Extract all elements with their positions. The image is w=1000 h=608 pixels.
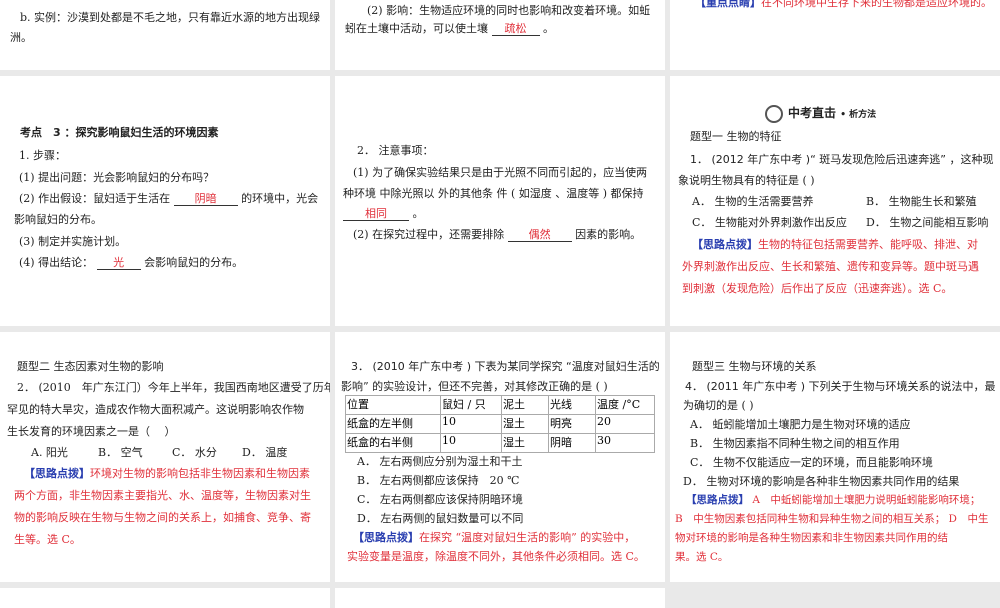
section-title: 考点 3 ：探究影响鼠妇生活的环境因素 [20,126,219,139]
helm-icon [765,104,783,123]
table-cell: 30 [595,433,655,453]
text-line: 影响鼠妇的分布。 [14,213,102,226]
slide-thumbnail-8[interactable]: 3． (2010 年广东中考 ) 下表为某同学探究 “温度对鼠妇生活的 影响” … [335,332,665,582]
table-cell: 湿土 [501,414,549,434]
question: 4． (2011 年广东中考 ) 下列关于生物与环境关系的说法中，最 [685,380,996,393]
text-line: (1) 提出问题：光会影响鼠妇的分布吗？ [19,171,215,184]
question-type: 题型一 生物的特征 [690,130,782,143]
text-line: (1) 为了确保实验结果只是由于光照不同而引起的，应当使两 [353,166,648,179]
table-cell: 10 [440,414,502,434]
table-cell: 泥土 [501,395,549,415]
text-line: 2． 注意事项： [357,144,434,157]
slide-thumbnail-9[interactable]: 题型三 生物与环境的关系 4． (2011 年广东中考 ) 下列关于生物与环境关… [670,332,1000,582]
text-line: 相同 。 [343,205,424,221]
explanation: 果。选 C。 [675,551,729,563]
option-d: D． 左右两侧的鼠妇数量可以不同 [357,512,524,525]
option-a: A． 左右两侧应分别为湿土和干土 [357,455,523,468]
option-b: B． 左右两侧都应该保持 20 ℃ [357,474,520,487]
slide-thumbnail-4[interactable]: 考点 3 ：探究影响鼠妇生活的环境因素 1. 步骤： (1) 提出问题：光会影响… [0,76,330,326]
question-type: 题型三 生物与环境的关系 [692,360,817,373]
table-cell: 温度 /°C [595,395,655,415]
key-point: 【重点点睛】在不同环境中生存下来的生物都是适应环境的。 [695,0,992,9]
explanation: 实验变量是温度，除温度不同外，其他条件必须相同。选 C。 [347,550,645,563]
experiment-table: 位置 鼠妇 / 只泥土 光线 温度 /°C 纸盒的左半侧 10 湿土 明亮 20 纸盒的右半侧… [345,395,655,453]
slide-thumbnail-7[interactable]: 题型二 生态因素对生物的影响 2． (2010 年广东江门）今年上半年，我国西南… [0,332,330,582]
question: 生长发育的环境因素之一是（ ） [7,425,176,438]
option-c: C． 水分 [172,446,217,459]
table-row: 纸盒的右半侧 10 湿土 阴暗 30 [345,433,655,453]
table-cell: 纸盒的左半侧 [345,414,441,434]
question: 象说明生物具有的特征是 ( ) [678,174,815,187]
slide-thumbnail-2[interactable]: (2) 影响：生物适应环境的同时也影响和改变着环境。如蚯 蚓在土壤中活动，可以使… [335,0,665,70]
text-line: (2) 作出假设：鼠妇适于生活在 阴暗 的环境中，光会 [19,192,319,206]
table-cell: 光线 [548,395,596,415]
explanation: 【思路点拨】 A 中蚯蚓能增加土壤肥力说明蚯蚓能影响环境； [686,494,981,506]
question: 3． (2010 年广东中考 ) 下表为某同学探究 “温度对鼠妇生活的 [351,360,660,373]
explanation: 物的影响反映在生物与生物之间的关系上，如捕食、竞争、寄 [14,511,311,524]
text-line: 洲。 [10,31,32,44]
table-cell: 明亮 [548,414,596,434]
option-d: D． 温度 [242,446,288,459]
option-a: A. 阳光 [31,446,68,459]
slide-thumbnail-5[interactable]: 2． 注意事项： (1) 为了确保实验结果只是由于光照不同而引起的，应当使两 种… [335,76,665,326]
table-cell: 位置 [345,395,441,415]
text-line: b. 实例：沙漠到处都是不毛之地，只有靠近水源的地方出现绿 [20,11,321,24]
slide-thumbnail-6[interactable]: 中考直击 • 析方法 题型一 生物的特征 1． (2012 年广东中考 )“ 斑… [670,76,1000,326]
explanation: 物对环境的影响是各种生物因素和非生物因素共同作用的结 [675,532,948,544]
table-cell: 阴暗 [548,433,596,453]
text-line: (2) 在探究过程中，还需要排除 偶然 因素的影响。 [353,228,642,242]
table-cell: 10 [440,433,502,453]
slide-thumbnail-11[interactable] [335,588,665,608]
text-line: (4) 得出结论： 光 会影响鼠妇的分布。 [19,256,244,270]
slide-thumbnail-10[interactable] [0,588,330,608]
option-d: D． 生物对环境的影响是各种非生物因素共同作用的结果 [683,475,960,488]
table-cell: 湿土 [501,433,549,453]
option-b: B． 空气 [98,446,143,459]
text-line: (2) 影响：生物适应环境的同时也影响和改变着环境。如蚯 [367,4,651,17]
option-c: C． 左右两侧都应该保持阴暗环境 [357,493,523,506]
question: 为确切的是 ( ) [683,399,754,412]
table-cell: 纸盒的右半侧 [345,433,441,453]
explanation: 外界刺激作出反应、生长和繁殖、遗传和变异等。题中斑马遇 [682,260,979,273]
question: 罕见的特大旱灾，造成农作物大面积减产。这说明影响农作物 [7,403,304,416]
question: 1． (2012 年广东中考 )“ 斑马发现危险后迅速奔逃” ，这种现 [690,153,994,166]
explanation: 【思路点拨】在探究 “温度对鼠妇生活的影响” 的实验中， [353,531,636,544]
text-line: 种环境 中除光照以 外的其他条 件 ( 如湿度 、温度等 ) 都保持 [343,187,644,200]
question: 2． (2010 年广东江门）今年上半年，我国西南地区遭受了历年 [17,381,330,394]
explanation: 【思路点拨】生物的特征包括需要营养、能呼吸、排泄、对 [692,238,978,251]
explanation: 两个方面，非生物因素主要指光、水、温度等，生物因素对生 [14,489,311,502]
section-banner: 中考直击 • 析方法 [765,104,876,123]
question-type: 题型二 生态因素对生物的影响 [17,360,164,373]
option-a: A． 生物的生活需要营养 [692,195,814,208]
table-row: 纸盒的左半侧 10 湿土 明亮 20 [345,414,655,434]
explanation: 到刺激（发现危险）后作出了反应（迅速奔逃）。选 C。 [682,282,953,295]
table-cell: 20 [595,414,655,434]
option-b: B． 生物能生长和繁殖 [866,195,977,208]
explanation: 生等。选 C。 [14,533,81,546]
explanation: B 中生物因素包括同种生物和异种生物之间的相互关系； D 中生 [675,513,989,525]
question: 影响” 的实验设计，但还不完善，对其修改正确的是 ( ) [341,380,608,393]
explanation: 【思路点拨】环境对生物的影响包括非生物因素和生物因素 [24,467,310,480]
option-a: A． 蚯蚓能增加土壤肥力是生物对环境的适应 [690,418,911,431]
table-header-row: 位置 鼠妇 / 只泥土 光线 温度 /°C [345,395,655,415]
text-line: 1. 步骤： [19,149,66,162]
text-line: (3) 制定并实施计划。 [19,235,127,248]
table-cell: 鼠妇 / 只 [440,395,502,415]
slide-thumbnail-3[interactable]: 【重点点睛】在不同环境中生存下来的生物都是适应环境的。 [670,0,1000,70]
option-c: C． 生物不仅能适应一定的环境，而且能影响环境 [690,456,933,469]
text-line: 蚓在土壤中活动，可以使土壤 疏松 。 [345,22,554,36]
option-d: D． 生物之间能相互影响 [866,216,989,229]
option-c: C． 生物能对外界刺激作出反应 [692,216,847,229]
option-b: B． 生物因素指不同种生物之间的相互作用 [690,437,900,450]
slide-thumbnail-1[interactable]: b. 实例：沙漠到处都是不毛之地，只有靠近水源的地方出现绿 洲。 [0,0,330,70]
